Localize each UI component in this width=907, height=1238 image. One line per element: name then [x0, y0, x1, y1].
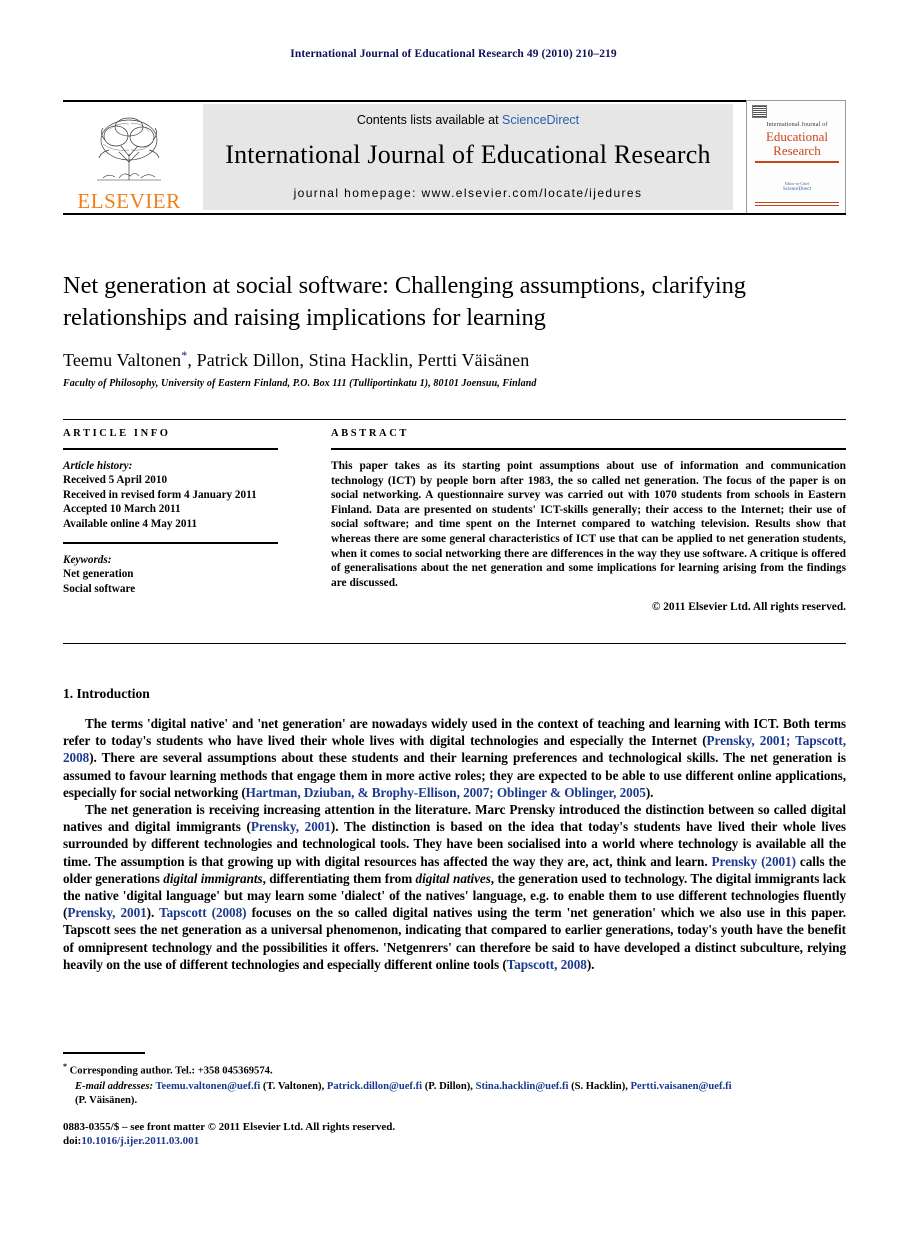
email-link[interactable]: Stina.hacklin@uef.fi	[476, 1081, 569, 1092]
masthead-bottom-rule	[63, 213, 846, 215]
journal-title: International Journal of Educational Res…	[225, 140, 711, 169]
elsevier-tree-icon	[97, 117, 161, 181]
email-owner-name: (P. Dillon),	[422, 1081, 476, 1093]
footnote-email-line: E-mail addresses: Teemu.valtonen@uef.fi …	[63, 1080, 846, 1094]
doi-label: doi:	[63, 1135, 82, 1147]
journal-masthead: ELSEVIER Contents lists available at Sci…	[63, 100, 846, 215]
email-link[interactable]: Patrick.dillon@uef.fi	[327, 1081, 422, 1092]
doi-line: doi:10.1016/j.ijer.2011.03.001	[63, 1134, 846, 1148]
footnote-corresponding-author: * Corresponding author. Tel.: +358 04536…	[63, 1060, 846, 1079]
abstract-label: ABSTRACT	[331, 428, 409, 439]
keywords-group: Keywords: Net generation Social software	[63, 553, 278, 596]
emphasised-term: digital natives	[415, 870, 491, 886]
citation-link[interactable]: Tapscott (2008)	[159, 905, 246, 920]
cover-title-line-1: Educational	[765, 129, 829, 144]
article-info-rule	[63, 448, 278, 450]
abstract-copyright: © 2011 Elsevier Ltd. All rights reserved…	[651, 601, 846, 614]
email-owner-name: (S. Hacklin),	[568, 1081, 631, 1093]
history-item: Received in revised form 4 January 2011	[63, 488, 257, 501]
body-section: 1. Introduction The terms 'digital nativ…	[63, 686, 846, 973]
keywords-heading: Keywords:	[63, 554, 112, 567]
affiliation: Faculty of Philosophy, University of Eas…	[63, 378, 537, 389]
footer-block: 0883-0355/$ – see front matter © 2011 El…	[63, 1120, 846, 1148]
paragraph: The net generation is receiving increasi…	[63, 801, 846, 973]
footnote-corresponding-text: Corresponding author. Tel.: +358 0453695…	[69, 1065, 273, 1077]
article-info-column: ARTICLE INFO Article history: Received 5…	[63, 428, 278, 596]
abstract-text: This paper takes as its starting point a…	[331, 460, 846, 589]
emphasised-term: digital immigrants	[163, 870, 263, 886]
author-corresponding-name: Teemu Valtonen	[63, 350, 182, 370]
citation-link[interactable]: Tapscott, 2008	[507, 957, 587, 972]
doi-link[interactable]: 10.1016/j.ijer.2011.03.001	[81, 1135, 199, 1147]
cover-publisher-mark-icon	[752, 105, 767, 118]
email-addresses-label: E-mail addresses:	[75, 1081, 153, 1093]
info-abstract-top-rule	[63, 419, 846, 420]
cover-sciencedirect-mark: ScienceDirect	[782, 187, 812, 192]
article-history-group: Article history: Received 5 April 2010 R…	[63, 459, 278, 531]
paragraph-text: ).	[146, 905, 160, 921]
citation-link[interactable]: Hartman, Dziuban, & Brophy-Ellison, 2007…	[246, 785, 646, 800]
paragraph-text: ).	[645, 784, 654, 800]
footnotes-region: * Corresponding author. Tel.: +358 04536…	[63, 1052, 846, 1108]
paragraph: The terms 'digital native' and 'net gene…	[63, 715, 846, 801]
article-info-label: ARTICLE INFO	[63, 428, 171, 439]
journal-article-page: International Journal of Educational Res…	[0, 0, 907, 1238]
sciencedirect-banner: Contents lists available at ScienceDirec…	[203, 104, 733, 210]
author-remaining-names: , Patrick Dillon, Stina Hacklin, Pertti …	[187, 350, 530, 370]
running-head: International Journal of Educational Res…	[290, 48, 617, 60]
contents-prefix-text: Contents lists available at	[356, 113, 503, 127]
paragraph-text: , differentiating them from	[262, 870, 416, 886]
email-owner-name: (T. Valtonen),	[260, 1081, 327, 1093]
keyword-item: Net generation	[63, 568, 134, 581]
email-link[interactable]: Pertti.vaisanen@uef.fi	[631, 1081, 732, 1092]
footnote-separator-rule	[63, 1052, 145, 1054]
elsevier-wordmark: ELSEVIER	[77, 189, 181, 213]
footnote-star-marker: *	[63, 1061, 67, 1071]
paragraph-text: ).	[586, 956, 595, 972]
cover-top-line: International Journal of	[766, 122, 828, 128]
keyword-item: Social software	[63, 582, 136, 595]
info-abstract-bottom-rule	[63, 643, 846, 644]
citation-link[interactable]: Prensky (2001)	[712, 854, 796, 869]
cover-rule-top	[755, 161, 839, 163]
journal-homepage-url[interactable]: journal homepage: www.elsevier.com/locat…	[203, 186, 733, 200]
keywords-divider-rule	[63, 542, 278, 545]
elsevier-logo: ELSEVIER	[65, 102, 193, 212]
abstract-column: ABSTRACT This paper takes as its startin…	[331, 428, 846, 613]
cover-title: Educational Research	[753, 130, 841, 158]
citation-link[interactable]: Prensky, 2001	[67, 905, 146, 920]
sciencedirect-link[interactable]: ScienceDirect	[502, 113, 579, 127]
journal-cover-thumbnail[interactable]: International Journal of Educational Res…	[746, 100, 846, 214]
history-item: Accepted 10 March 2011	[63, 503, 181, 516]
abstract-rule	[331, 448, 846, 450]
section-heading-introduction: 1. Introduction	[63, 686, 150, 701]
article-history-heading: Article history:	[63, 460, 133, 472]
title-block: Net generation at social software: Chall…	[63, 270, 846, 389]
history-item: Received 5 April 2010	[63, 474, 168, 487]
footnote-email-tail: (P. Väisänen).	[75, 1095, 138, 1107]
page-title: Net generation at social software: Chall…	[63, 272, 746, 331]
email-link[interactable]: Teemu.valtonen@uef.fi	[155, 1081, 260, 1092]
cover-title-line-2: Research	[773, 143, 821, 158]
citation-link[interactable]: Prensky, 2001	[251, 819, 331, 834]
author-list: Teemu Valtonen*, Patrick Dillon, Stina H…	[63, 348, 846, 371]
history-item: Available online 4 May 2011	[63, 517, 198, 530]
issn-front-matter-line: 0883-0355/$ – see front matter © 2011 El…	[63, 1121, 396, 1133]
cover-rule-bottom	[755, 205, 839, 206]
contents-available-line: Contents lists available at ScienceDirec…	[203, 113, 733, 127]
cover-rule-mid	[755, 202, 839, 203]
